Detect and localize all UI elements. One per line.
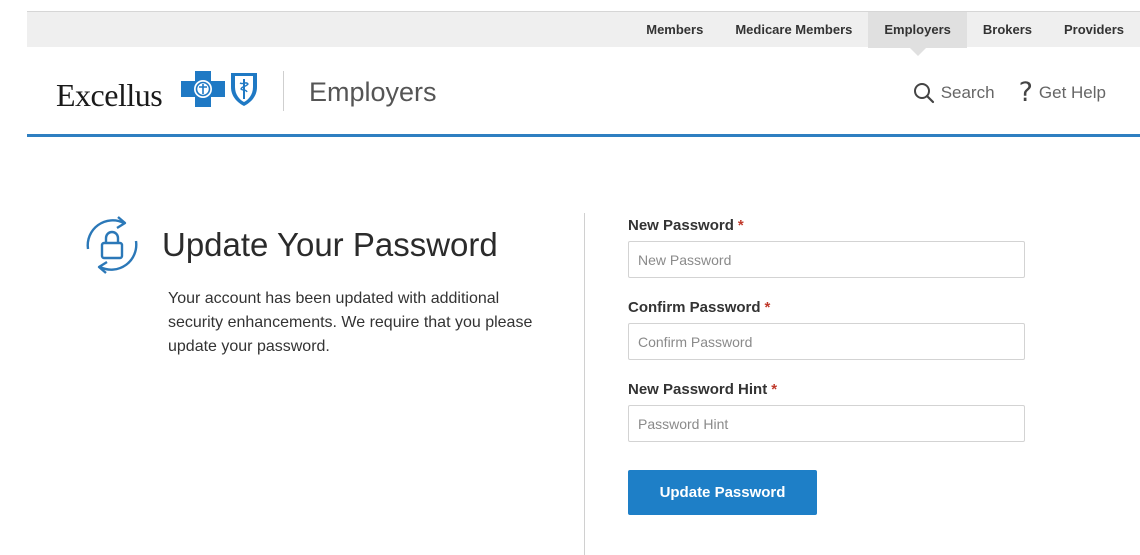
intro-description: Your account has been updated with addit… xyxy=(168,290,533,355)
section-title: Employers xyxy=(309,77,437,107)
blue-shield-icon xyxy=(231,73,257,106)
new-password-label-text: New Password xyxy=(628,217,734,234)
password-hint-input[interactable] xyxy=(628,405,1025,442)
page-title: Update Your Password xyxy=(162,226,498,263)
nav-members[interactable]: Members xyxy=(630,12,719,48)
required-mark: * xyxy=(771,381,778,398)
required-mark: * xyxy=(764,299,771,316)
nav-employers[interactable]: Employers xyxy=(868,12,967,56)
site-header: Excellus Employers Search ? Get Help xyxy=(27,47,1140,137)
new-password-input[interactable] xyxy=(628,241,1025,278)
lock-refresh-icon xyxy=(86,216,138,274)
get-help-link[interactable]: ? Get Help xyxy=(1019,79,1106,106)
content-divider xyxy=(584,213,585,555)
search-label: Search xyxy=(940,82,995,102)
new-password-label: New Password * xyxy=(628,217,744,234)
search-icon xyxy=(913,82,934,103)
brand-wordmark[interactable]: Excellus xyxy=(56,77,163,114)
audience-nav: Members Medicare Members Employers Broke… xyxy=(630,12,1140,56)
update-password-button[interactable]: Update Password xyxy=(628,470,817,515)
blue-cross-icon xyxy=(181,71,225,107)
search-link[interactable]: Search xyxy=(913,82,995,104)
nav-providers[interactable]: Providers xyxy=(1048,12,1140,48)
required-mark: * xyxy=(737,217,744,234)
password-hint-label: New Password Hint * xyxy=(628,381,777,398)
header-divider xyxy=(283,71,284,111)
nav-medicare-members[interactable]: Medicare Members xyxy=(719,12,868,48)
nav-brokers[interactable]: Brokers xyxy=(967,12,1048,48)
header-utility-links: Search ? Get Help xyxy=(889,79,1106,106)
confirm-password-label: Confirm Password * xyxy=(628,299,770,316)
question-mark-icon: ? xyxy=(1018,77,1033,108)
top-utility-bar: Members Medicare Members Employers Broke… xyxy=(27,11,1140,56)
get-help-label: Get Help xyxy=(1038,82,1106,102)
confirm-password-label-text: Confirm Password xyxy=(628,299,761,316)
password-hint-label-text: New Password Hint xyxy=(628,381,768,398)
confirm-password-input[interactable] xyxy=(628,323,1025,360)
